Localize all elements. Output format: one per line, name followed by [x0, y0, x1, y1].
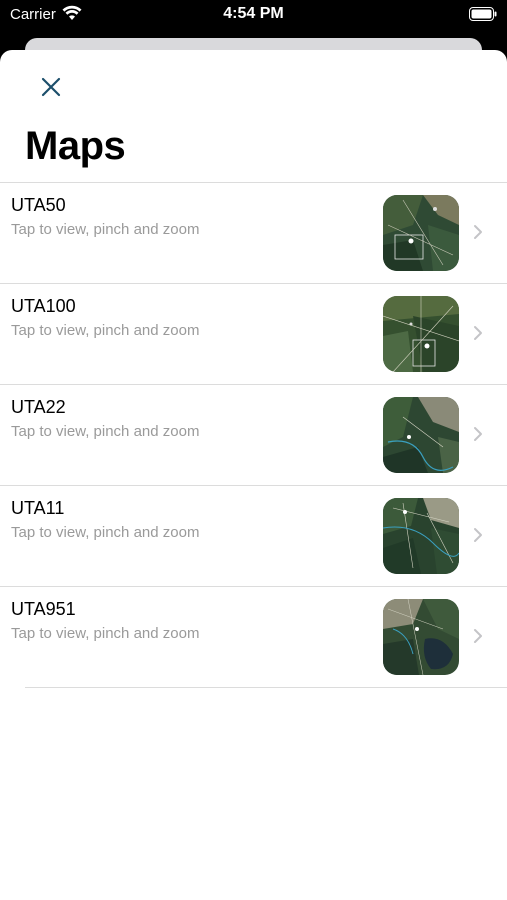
battery-icon	[469, 7, 497, 26]
map-thumbnail[interactable]	[383, 397, 459, 473]
map-subtitle: Tap to view, pinch and zoom	[11, 524, 200, 541]
map-subtitle: Tap to view, pinch and zoom	[11, 423, 200, 440]
map-thumbnail[interactable]	[383, 599, 459, 675]
map-thumbnail[interactable]	[383, 498, 459, 574]
map-row-uta50[interactable]: UTA50 Tap to view, pinch and zoom	[0, 183, 507, 284]
chevron-right-icon	[473, 527, 483, 548]
map-title: UTA100	[11, 296, 76, 316]
map-title: UTA22	[11, 397, 66, 417]
map-subtitle: Tap to view, pinch and zoom	[11, 322, 200, 339]
close-icon	[41, 77, 61, 97]
map-thumbnail[interactable]	[383, 195, 459, 271]
status-time: 4:54 PM	[223, 5, 284, 22]
map-title: UTA951	[11, 599, 76, 619]
maps-list: UTA50 Tap to view, pinch and zoom UTA100…	[0, 182, 507, 688]
status-bar: Carrier 4:54 PM	[0, 0, 507, 30]
map-title: UTA11	[11, 498, 65, 518]
chevron-right-icon	[473, 325, 483, 346]
map-row-uta951[interactable]: UTA951 Tap to view, pinch and zoom	[11, 587, 507, 688]
map-thumbnail[interactable]	[383, 296, 459, 372]
close-button[interactable]	[34, 70, 68, 104]
chevron-right-icon	[473, 224, 483, 245]
map-row-uta22[interactable]: UTA22 Tap to view, pinch and zoom	[0, 385, 507, 486]
maps-sheet: Maps UTA50 Tap to view, pinch and zoom U…	[0, 50, 507, 900]
chevron-right-icon	[473, 628, 483, 649]
map-row-uta11[interactable]: UTA11 Tap to view, pinch and zoom	[0, 486, 507, 587]
map-title: UTA50	[11, 195, 66, 215]
map-subtitle: Tap to view, pinch and zoom	[11, 221, 200, 238]
chevron-right-icon	[473, 426, 483, 447]
page-title: Maps	[25, 124, 126, 168]
map-row-uta100[interactable]: UTA100 Tap to view, pinch and zoom	[0, 284, 507, 385]
map-subtitle: Tap to view, pinch and zoom	[11, 625, 200, 642]
